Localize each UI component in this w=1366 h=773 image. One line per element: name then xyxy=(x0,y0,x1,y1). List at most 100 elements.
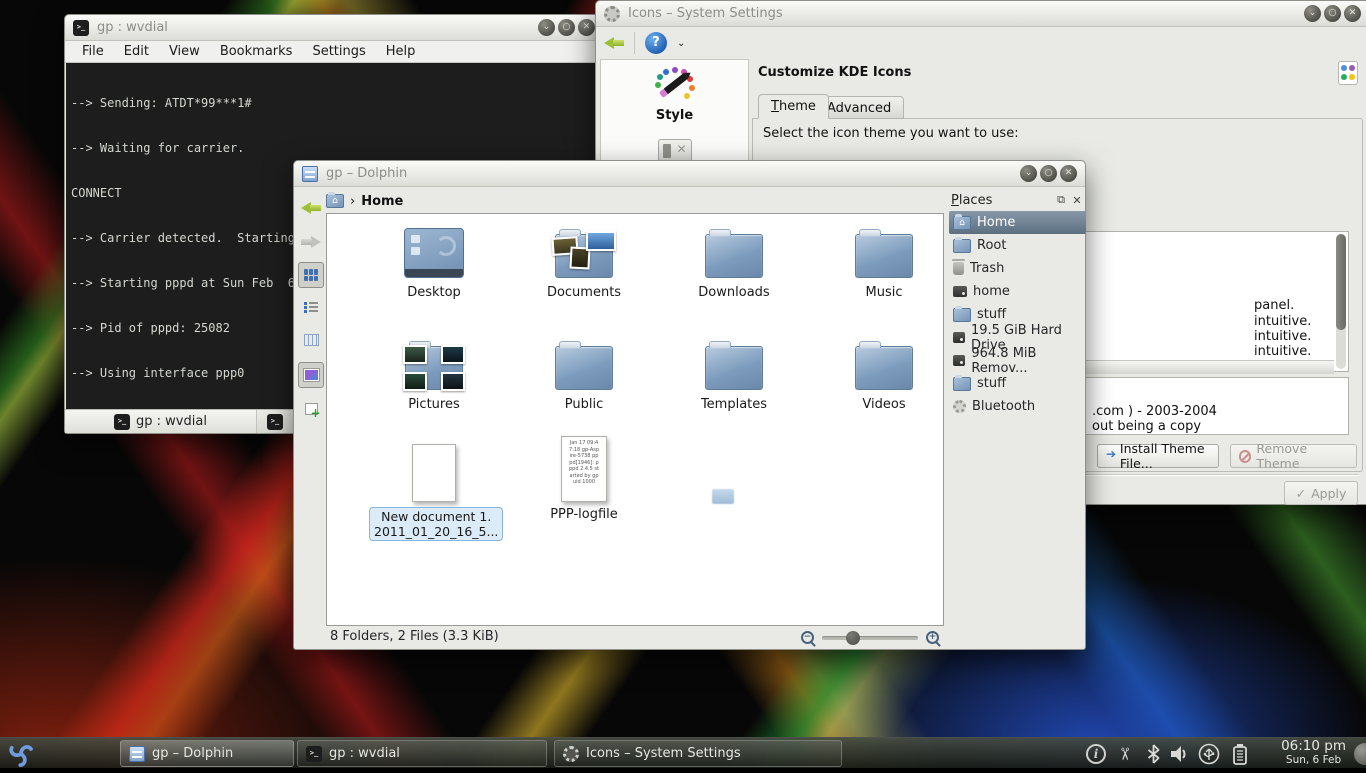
page-title: Customize KDE Icons xyxy=(758,65,911,80)
close-button[interactable]: ✕ xyxy=(578,19,595,36)
terminal-menubar: File Edit View Bookmarks Settings Help xyxy=(65,41,603,63)
panel-toolbox-cashew[interactable] xyxy=(1354,743,1366,765)
sidebar-item-style[interactable]: Style xyxy=(601,60,748,163)
maximize-button[interactable]: ○ xyxy=(1040,165,1057,182)
file-item-videos[interactable]: Videos xyxy=(819,332,949,412)
terminal-tab-active[interactable]: >_ gp : wvdial xyxy=(65,410,257,433)
file-item-templates[interactable]: Templates xyxy=(669,332,799,412)
place-label: Root xyxy=(977,238,1006,253)
details-view-button[interactable] xyxy=(298,295,324,321)
theme-description-fragment: .com ) - 2003-2004 xyxy=(1092,404,1217,419)
minimize-button[interactable]: ⌄ xyxy=(1020,165,1037,182)
menu-file[interactable]: File xyxy=(73,42,113,61)
file-label: Videos xyxy=(819,397,949,412)
install-theme-button[interactable]: Install Theme File... xyxy=(1097,444,1219,468)
dolphin-titlebar[interactable]: gp – Dolphin ⌄ ○ ✕ xyxy=(294,161,1085,187)
system-settings-titlebar[interactable]: Icons – System Settings ⌄ ○ ✕ xyxy=(596,1,1366,27)
system-settings-app-icon xyxy=(604,6,620,22)
zoom-slider-handle[interactable] xyxy=(846,631,860,645)
zoom-in-icon[interactable]: + xyxy=(926,631,939,644)
usb-device-notifier-icon[interactable] xyxy=(1197,742,1221,766)
menu-bookmarks[interactable]: Bookmarks xyxy=(211,42,302,61)
clipboard-scissors-icon[interactable]: ✂ xyxy=(1112,742,1136,766)
sidebar-item-style-label: Style xyxy=(601,108,748,123)
scrollbar-thumb[interactable] xyxy=(1336,234,1346,330)
close-button[interactable]: ✕ xyxy=(1060,165,1077,182)
clock[interactable]: 06:10 pm Sun, 6 Feb xyxy=(1281,739,1346,767)
clock-time: 06:10 pm xyxy=(1281,739,1346,753)
system-settings-toolbar: ? ⌄ xyxy=(596,27,1366,59)
preview-button[interactable] xyxy=(298,362,324,388)
install-icon xyxy=(1106,451,1115,461)
thumbnail-artifact xyxy=(712,489,734,504)
file-item-new-document[interactable]: New document 1.2011_01_20_16_5... xyxy=(369,428,499,541)
file-item-documents[interactable]: Documents xyxy=(519,220,649,300)
menu-view[interactable]: View xyxy=(160,42,209,61)
file-view[interactable]: Desktop Documents Downloads Music Pictur xyxy=(326,213,944,626)
icons-view-icon xyxy=(304,269,318,281)
place-item-home-partition[interactable]: home xyxy=(949,280,1086,303)
file-item-ppp-logfile[interactable]: Jan 17 09:4 7:18 gp-Asp ire-5738 pp pd[1… xyxy=(519,428,649,522)
place-item-home[interactable]: ⌂ Home xyxy=(949,211,1086,234)
notifications-icon[interactable]: i xyxy=(1084,742,1108,766)
file-item-pictures[interactable]: Pictures xyxy=(369,332,499,412)
task-wvdial[interactable]: >_ gp : wvdial xyxy=(297,740,547,767)
columns-view-button[interactable] xyxy=(298,327,324,353)
zoom-out-icon[interactable]: − xyxy=(801,631,814,644)
theme-description-fragment: out being a copy xyxy=(1092,419,1201,434)
place-item-root[interactable]: Root xyxy=(949,234,1086,257)
forward-button[interactable] xyxy=(298,229,324,255)
file-item-downloads[interactable]: Downloads xyxy=(669,220,799,300)
place-item-trash[interactable]: Trash xyxy=(949,257,1086,280)
back-button[interactable] xyxy=(604,37,624,49)
volume-icon[interactable] xyxy=(1167,742,1191,766)
menu-edit[interactable]: Edit xyxy=(115,42,158,61)
help-button[interactable]: ? xyxy=(645,32,667,54)
maximize-button[interactable]: ○ xyxy=(1324,5,1341,22)
back-button[interactable] xyxy=(298,195,324,221)
task-dolphin[interactable]: gp – Dolphin xyxy=(120,740,294,767)
clock-date: Sun, 6 Feb xyxy=(1281,753,1346,767)
file-item-public[interactable]: Public xyxy=(519,332,649,412)
terminal-titlebar[interactable]: >_ gp : wvdial ⌄ ○ ✕ xyxy=(65,15,603,41)
maximize-button[interactable]: ○ xyxy=(558,19,575,36)
detach-panel-icon[interactable]: ⧉ xyxy=(1054,193,1068,207)
folder-icon xyxy=(953,308,971,322)
zoom-slider[interactable] xyxy=(822,636,918,640)
bluetooth-icon[interactable] xyxy=(1141,742,1165,766)
close-panel-icon[interactable]: ✕ xyxy=(1070,194,1084,207)
remove-theme-button[interactable]: Remove Theme xyxy=(1230,444,1357,468)
terminal-tab-icon: >_ xyxy=(267,414,283,430)
dolphin-app-icon xyxy=(129,746,145,762)
minimize-button[interactable]: ⌄ xyxy=(1304,5,1321,22)
dolphin-window-title: gp – Dolphin xyxy=(326,166,407,181)
chevron-down-icon[interactable]: ⌄ xyxy=(677,38,685,49)
battery-icon[interactable] xyxy=(1228,742,1252,766)
file-item-desktop[interactable]: Desktop xyxy=(369,220,499,300)
menu-settings[interactable]: Settings xyxy=(303,42,374,61)
home-icon[interactable]: ⌂ xyxy=(326,194,344,208)
scrollbar[interactable] xyxy=(1336,234,1346,369)
apply-button[interactable]: ✓ Apply xyxy=(1284,481,1358,505)
task-system-settings[interactable]: Icons – System Settings xyxy=(554,740,842,767)
breadcrumb-separator: › xyxy=(350,194,355,209)
dolphin-app-icon xyxy=(302,166,318,182)
place-label: Bluetooth xyxy=(972,399,1035,414)
file-item-music[interactable]: Music xyxy=(819,220,949,300)
menu-help[interactable]: Help xyxy=(377,42,425,61)
place-item-bluetooth[interactable]: Bluetooth xyxy=(949,395,1086,418)
place-item-removable[interactable]: 964.8 MiB Remov... xyxy=(949,349,1086,372)
tab-theme[interactable]: Theme xyxy=(758,94,829,119)
terminal-tab-label: gp : wvdial xyxy=(136,414,207,429)
breadcrumb-home[interactable]: Home xyxy=(361,194,403,209)
close-button[interactable]: ✕ xyxy=(1344,5,1361,22)
folder-icon xyxy=(705,234,763,278)
taskbar: gp – Dolphin >_ gp : wvdial Icons – Syst… xyxy=(0,737,1366,768)
terminal-tab-second[interactable]: >_ xyxy=(257,410,294,433)
icons-view-button[interactable] xyxy=(298,262,324,288)
folder-icon xyxy=(953,239,971,253)
desktop-folder-icon xyxy=(404,228,464,278)
split-view-button[interactable] xyxy=(298,396,324,422)
minimize-button[interactable]: ⌄ xyxy=(538,19,555,36)
home-icon: ⌂ xyxy=(953,216,971,230)
